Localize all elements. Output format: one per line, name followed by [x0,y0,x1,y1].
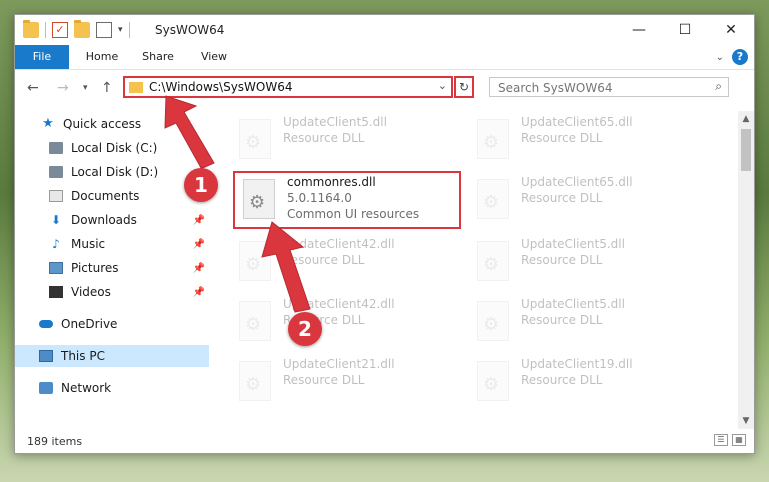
arrow-2 [261,221,311,313]
arrow-1 [164,95,215,176]
step-badge-1: 1 [184,168,218,202]
step-badge-2: 2 [288,312,322,346]
annotation-arrows [164,95,311,313]
